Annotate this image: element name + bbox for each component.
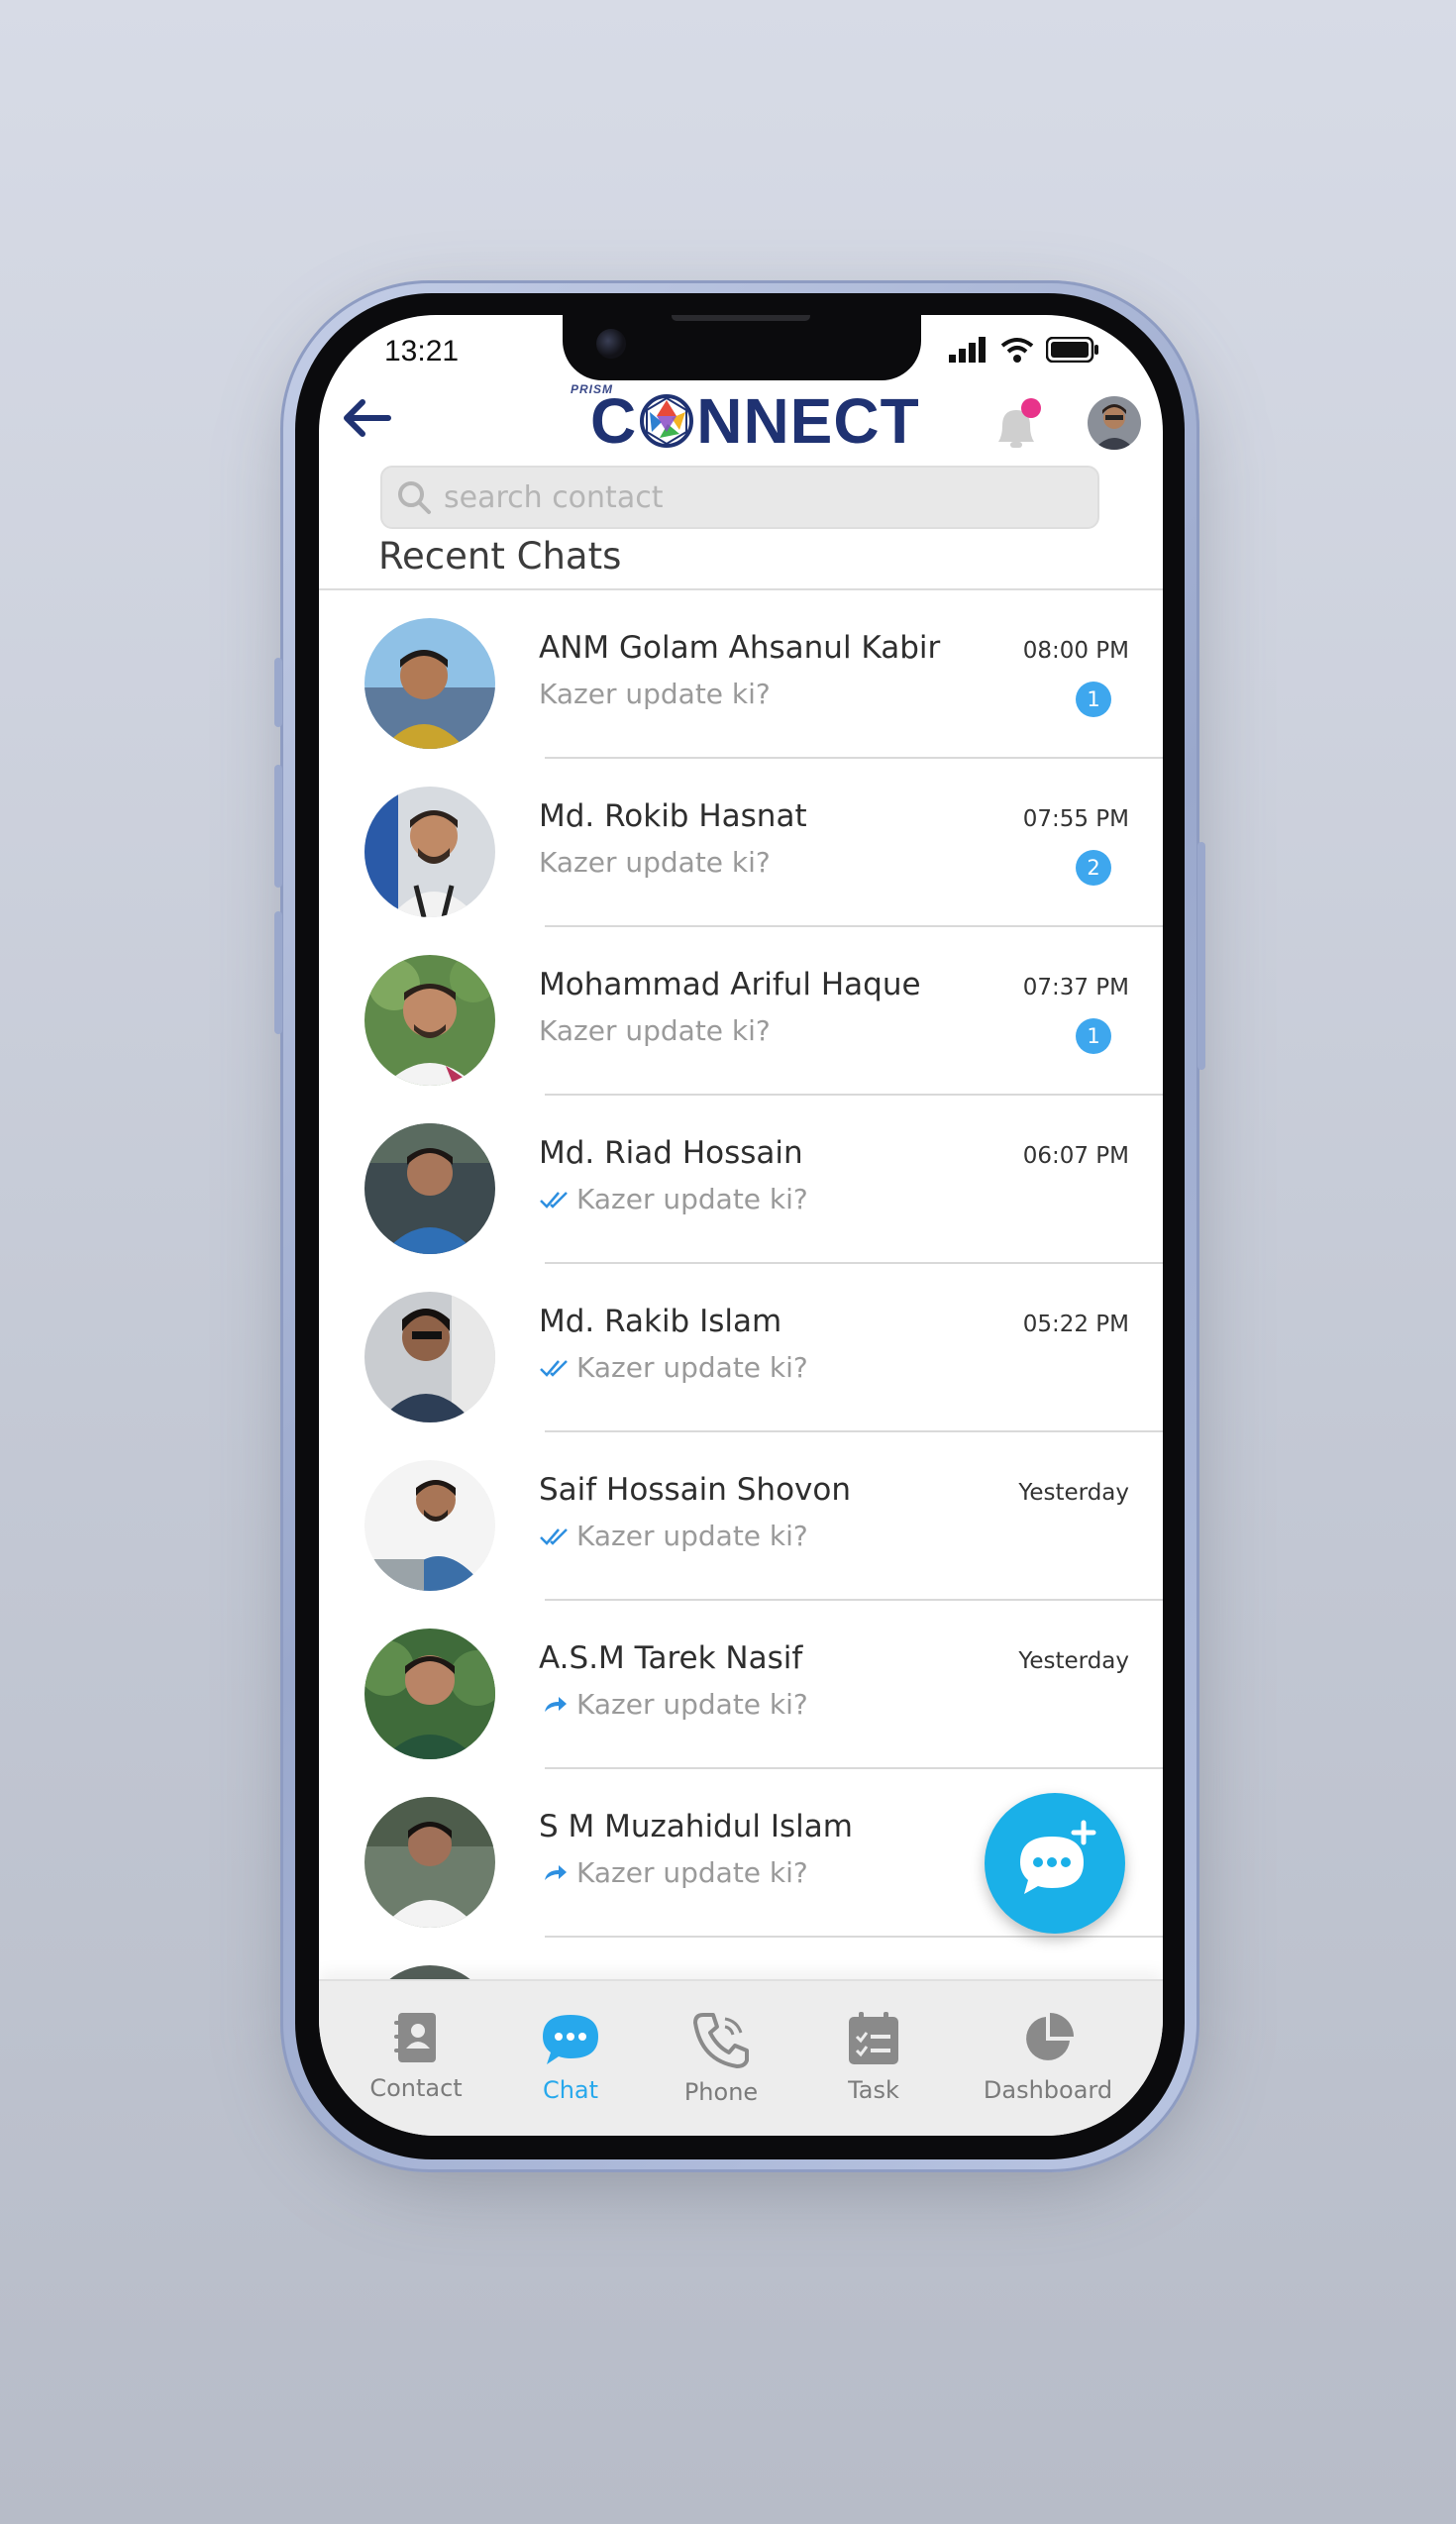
power-button: [1197, 842, 1205, 1070]
message-time: 08:00 PM: [1022, 638, 1129, 664]
message-preview: Kazer update ki?: [539, 1014, 771, 1047]
new-chat-button[interactable]: [985, 1793, 1125, 1934]
contact-avatar: [364, 1292, 495, 1422]
contact-avatar: [364, 618, 495, 749]
contact-avatar: [364, 955, 495, 1086]
message-preview: Kazer update ki?: [539, 846, 771, 879]
logo-emblem-icon: [640, 394, 694, 448]
unread-badge: 1: [1076, 682, 1111, 717]
message-preview: Kazer update ki?: [539, 1856, 808, 1889]
message-preview: Kazer update ki?: [539, 1688, 808, 1721]
contact-name: Md. Rakib Islam: [539, 1304, 782, 1339]
phone-icon: [693, 2013, 749, 2068]
unread-badge: 2: [1076, 850, 1111, 886]
back-arrow-icon[interactable]: [339, 396, 392, 440]
tab-label: Task: [848, 2076, 899, 2104]
double-check-icon: [540, 1527, 568, 1545]
chat-bubble-icon: [543, 2015, 598, 2064]
chat-row[interactable]: ANM Golam Ahsanul Kabir 08:00 PM Kazer u…: [319, 590, 1163, 759]
volume-up-button: [274, 765, 282, 888]
contact-name: Md. Riad Hossain: [539, 1135, 803, 1171]
tab-label: Contact: [369, 2074, 463, 2102]
forward-arrow-icon: [545, 1864, 567, 1880]
message-time: Yesterday: [1018, 1648, 1129, 1674]
message-time: 07:37 PM: [1022, 975, 1129, 1000]
message-time: 06:07 PM: [1022, 1143, 1129, 1169]
profile-avatar[interactable]: [1088, 396, 1141, 450]
contact-name: A.S.M Tarek Nasif: [539, 1640, 803, 1676]
app-header: PRISM C NNECT: [319, 376, 1163, 475]
double-check-icon: [540, 1191, 568, 1209]
logo-text: NNECT: [696, 385, 920, 457]
tab-contact[interactable]: Contact: [347, 2011, 485, 2102]
cellular-signal-icon: [949, 337, 986, 363]
message-preview: Kazer update ki?: [539, 1183, 808, 1215]
contact-avatar: [364, 1797, 495, 1928]
tab-label: Chat: [542, 2076, 599, 2104]
chat-row[interactable]: Md. Riad Hossain 06:07 PM Kazer update k…: [319, 1096, 1163, 1264]
contact-book-icon: [394, 2013, 436, 2062]
section-title: Recent Chats: [378, 535, 622, 578]
contact-avatar: [364, 1460, 495, 1591]
chat-row[interactable]: Saif Hossain Shovon Yesterday Kazer upda…: [319, 1432, 1163, 1601]
volume-down-button: [274, 911, 282, 1034]
tab-label: Phone: [683, 2078, 759, 2106]
tab-dashboard[interactable]: Dashboard: [979, 2011, 1117, 2104]
pie-chart-icon: [1026, 2013, 1074, 2060]
chat-row[interactable]: Md. Rakib Islam 05:22 PM Kazer update ki…: [319, 1264, 1163, 1432]
tab-label: Dashboard: [983, 2076, 1113, 2104]
contact-name: Mohammad Ariful Haque: [539, 967, 921, 1002]
speaker-grill: [672, 315, 810, 321]
contact-avatar: [364, 1629, 495, 1759]
chat-row[interactable]: Mohammad Ariful Haque 07:37 PM Kazer upd…: [319, 927, 1163, 1096]
search-icon: [398, 481, 431, 514]
task-list-icon: [849, 2012, 898, 2064]
tab-phone[interactable]: Phone: [652, 2011, 790, 2106]
status-time: 13:21: [384, 335, 460, 368]
notch: [563, 315, 921, 380]
message-preview: Kazer update ki?: [539, 1520, 808, 1552]
contact-name: Saif Hossain Shovon: [539, 1472, 851, 1508]
double-check-icon: [540, 1359, 568, 1377]
battery-icon: [1046, 337, 1098, 363]
unread-badge: 1: [1076, 1018, 1111, 1054]
wifi-icon: [1000, 338, 1034, 363]
contact-name: S M Muzahidul Islam: [539, 1809, 853, 1844]
contact-avatar: [364, 1123, 495, 1254]
bottom-tab-bar: Contact Chat Phone Task Dashboard: [319, 1979, 1163, 2136]
message-time: 05:22 PM: [1022, 1312, 1129, 1337]
silent-switch: [274, 658, 282, 727]
logo-letter-c: C: [590, 385, 638, 457]
forward-arrow-icon: [545, 1696, 567, 1712]
contact-name: Md. Rokib Hasnat: [539, 798, 807, 834]
chat-row[interactable]: Md. Rokib Hasnat 07:55 PM Kazer update k…: [319, 759, 1163, 927]
screen: 13:21 PRISM C NNECT search contact Recen…: [319, 315, 1163, 2136]
notification-bell-icon[interactable]: [988, 398, 1044, 456]
front-camera: [596, 329, 626, 359]
app-logo: C NNECT: [590, 384, 920, 458]
tab-chat[interactable]: Chat: [501, 2011, 640, 2104]
search-input[interactable]: [444, 479, 1038, 515]
tab-task[interactable]: Task: [804, 2011, 943, 2104]
message-preview: Kazer update ki?: [539, 678, 771, 710]
message-time: 07:55 PM: [1022, 806, 1129, 832]
search-bar[interactable]: [380, 466, 1099, 529]
new-chat-icon: [1020, 1820, 1096, 1894]
status-icons: [949, 337, 1099, 363]
message-time: Yesterday: [1018, 1480, 1129, 1506]
contact-name: ANM Golam Ahsanul Kabir: [539, 630, 941, 666]
message-preview: Kazer update ki?: [539, 1351, 808, 1384]
contact-avatar: [364, 787, 495, 917]
chat-row[interactable]: A.S.M Tarek Nasif Yesterday Kazer update…: [319, 1601, 1163, 1769]
